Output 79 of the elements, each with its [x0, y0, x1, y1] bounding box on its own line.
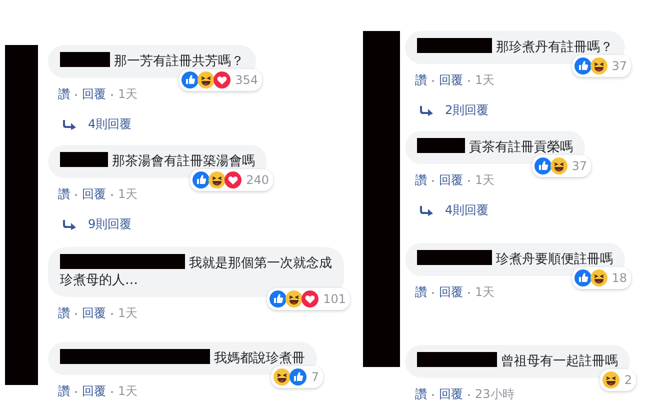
- separator-dot: [111, 94, 113, 96]
- comment-text: 那茶湯會有註冊築湯會嗎: [60, 154, 255, 169]
- reply-arrow-icon: [63, 220, 76, 230]
- action-link[interactable]: 回覆: [439, 172, 463, 189]
- action-link[interactable]: 回覆: [82, 86, 106, 103]
- laughing-face-icon: [550, 157, 568, 175]
- separator-dot: [468, 180, 470, 182]
- action-link[interactable]: 讚: [415, 172, 427, 189]
- like-icon: [181, 71, 200, 89]
- separator-dot: [75, 390, 77, 392]
- reaction-count: 37: [572, 158, 587, 174]
- laughing-face-icon: [197, 71, 216, 89]
- action-link[interactable]: 回覆: [439, 284, 463, 301]
- replies-link[interactable]: 2則回覆: [445, 102, 489, 119]
- reaction-count: 2: [624, 372, 632, 388]
- like-icon: [574, 269, 592, 287]
- separator-dot: [111, 312, 113, 314]
- comment-text: 那一芳有註冊共芳嗎？: [60, 54, 244, 69]
- action-link[interactable]: 讚: [415, 72, 427, 89]
- laughing-face-icon: [590, 57, 608, 75]
- laughing-face-icon: [208, 171, 226, 189]
- reply-arrow-icon: [63, 120, 76, 130]
- timestamp: 1天: [475, 284, 495, 301]
- laughing-face-icon: [285, 290, 304, 308]
- timestamp: 1天: [118, 383, 138, 400]
- separator-dot: [432, 394, 434, 396]
- action-link[interactable]: 讚: [58, 305, 70, 322]
- comment-text: 貢茶有註冊貢榮嗎: [417, 140, 573, 155]
- like-icon: [269, 290, 288, 308]
- reaction-count: 7: [311, 368, 319, 386]
- separator-dot: [432, 292, 434, 294]
- timestamp: 1天: [118, 305, 138, 322]
- replies-link[interactable]: 4則回覆: [88, 116, 132, 133]
- action-link[interactable]: 讚: [58, 86, 70, 103]
- reaction-count: 18: [612, 270, 627, 286]
- action-link[interactable]: 回覆: [82, 305, 106, 322]
- separator-dot: [111, 194, 113, 196]
- laughing-face-icon: [273, 368, 292, 386]
- action-link[interactable]: 回覆: [439, 386, 463, 403]
- like-icon: [534, 157, 552, 175]
- separator-dot: [468, 292, 470, 294]
- separator-dot: [432, 180, 434, 182]
- action-link[interactable]: 回覆: [82, 186, 106, 203]
- action-link[interactable]: 回覆: [439, 72, 463, 89]
- timestamp: 23小時: [475, 386, 514, 403]
- like-icon: [289, 368, 308, 386]
- replies-link[interactable]: 4則回覆: [445, 202, 489, 219]
- reaction-count: 240: [246, 172, 269, 188]
- separator-dot: [432, 80, 434, 82]
- separator-dot: [75, 194, 77, 196]
- comment-text: 那珍煮丹有註冊嗎？: [417, 40, 613, 55]
- laughing-face-icon: [590, 269, 608, 287]
- separator-dot: [111, 390, 113, 392]
- timestamp: 1天: [118, 86, 138, 103]
- action-link[interactable]: 讚: [58, 186, 70, 203]
- comment-text: 曾祖母有一起註冊嗎: [417, 354, 618, 369]
- separator-dot: [468, 80, 470, 82]
- action-link[interactable]: 讚: [415, 386, 427, 403]
- action-link[interactable]: 讚: [415, 284, 427, 301]
- reaction-count: 101: [323, 290, 346, 308]
- comment-text: 我媽都說珍煮冊: [60, 351, 305, 366]
- separator-dot: [75, 312, 77, 314]
- action-link[interactable]: 回覆: [82, 383, 106, 400]
- reaction-count: 354: [235, 72, 258, 88]
- comment-text: 珍煮舟要順便註冊嗎: [417, 252, 613, 267]
- like-icon: [192, 171, 210, 189]
- reaction-count: 37: [612, 58, 627, 74]
- replies-link[interactable]: 9則回覆: [88, 216, 132, 233]
- reply-arrow-icon: [420, 206, 433, 216]
- like-icon: [574, 57, 592, 75]
- comment-text: 我就是那個第一次就念成珍煮母的人…: [60, 256, 332, 288]
- laughing-face-icon: [602, 371, 620, 389]
- reply-arrow-icon: [420, 106, 433, 116]
- timestamp: 1天: [475, 72, 495, 89]
- action-link[interactable]: 讚: [58, 383, 70, 400]
- separator-dot: [468, 394, 470, 396]
- timestamp: 1天: [475, 172, 495, 189]
- separator-dot: [75, 94, 77, 96]
- timestamp: 1天: [118, 186, 138, 203]
